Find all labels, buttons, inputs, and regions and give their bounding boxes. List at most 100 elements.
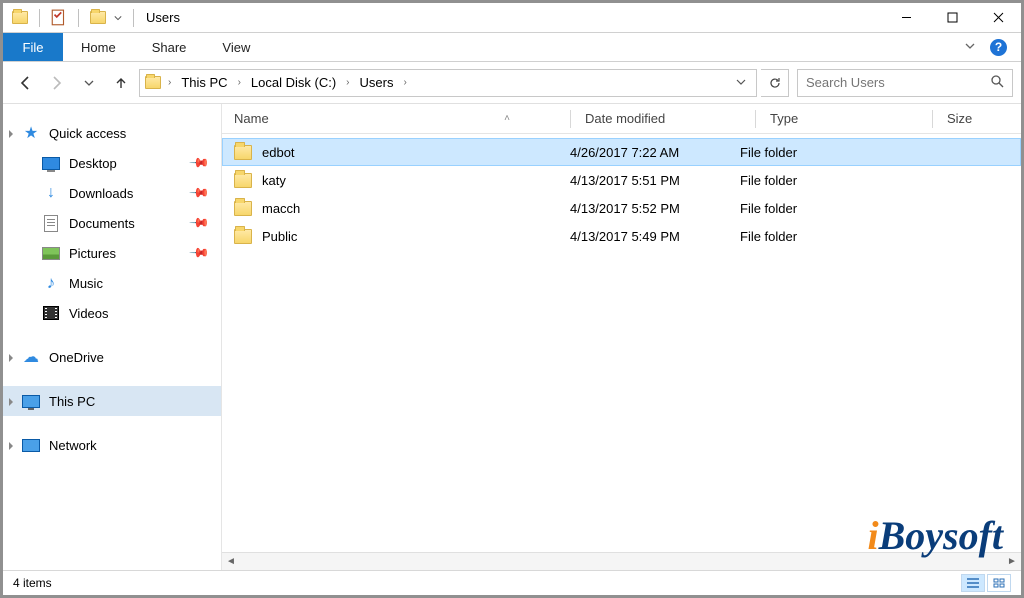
column-header-size[interactable]: Size [947, 111, 1021, 126]
chevron-right-icon[interactable]: › [346, 77, 349, 88]
sidebar-item-pictures[interactable]: Pictures 📌 [3, 238, 221, 268]
sidebar-item-downloads[interactable]: ↓ Downloads 📌 [3, 178, 221, 208]
breadcrumb[interactable]: Users [356, 70, 398, 96]
sidebar-item-label: Network [49, 438, 97, 453]
search-box[interactable] [797, 69, 1013, 97]
file-list-pane: Name ˄ Date modified Type Size edbot 4/2… [221, 104, 1021, 570]
qat-dropdown-icon[interactable] [113, 9, 123, 27]
pin-icon: 📌 [188, 152, 211, 175]
divider [39, 9, 40, 27]
new-folder-icon[interactable] [89, 9, 107, 27]
sort-indicator-icon: ˄ [504, 113, 510, 124]
file-row[interactable]: edbot 4/26/2017 7:22 AM File folder [222, 138, 1021, 166]
pin-icon: 📌 [188, 212, 211, 235]
chevron-right-icon[interactable]: › [168, 77, 171, 88]
divider [78, 9, 79, 27]
horizontal-scrollbar[interactable]: ◄ ► [222, 552, 1021, 570]
ribbon: File Home Share View ? [3, 33, 1021, 62]
ribbon-expand-icon[interactable] [964, 40, 976, 55]
file-date: 4/13/2017 5:52 PM [570, 201, 740, 216]
sidebar-item-label: Documents [69, 216, 135, 231]
search-input[interactable] [806, 75, 990, 90]
file-row[interactable]: Public 4/13/2017 5:49 PM File folder [222, 222, 1021, 250]
breadcrumb-label: Local Disk (C:) [251, 75, 336, 90]
file-type: File folder [740, 229, 902, 244]
sidebar-item-videos[interactable]: Videos [3, 298, 221, 328]
chevron-right-icon[interactable]: › [238, 77, 241, 88]
pc-icon [21, 391, 41, 411]
file-row[interactable]: macch 4/13/2017 5:52 PM File folder [222, 194, 1021, 222]
file-name: edbot [262, 145, 295, 160]
chevron-right-icon[interactable]: › [403, 77, 406, 88]
file-date: 4/13/2017 5:49 PM [570, 229, 740, 244]
sidebar-item-music[interactable]: ♪ Music [3, 268, 221, 298]
sidebar-item-documents[interactable]: Documents 📌 [3, 208, 221, 238]
file-row[interactable]: katy 4/13/2017 5:51 PM File folder [222, 166, 1021, 194]
breadcrumb[interactable]: This PC [177, 70, 231, 96]
column-header-type[interactable]: Type [770, 111, 932, 126]
column-label: Name [234, 111, 269, 126]
breadcrumb-label: This PC [181, 75, 227, 90]
sidebar-onedrive[interactable]: ☁ OneDrive [3, 342, 221, 372]
help-icon[interactable]: ? [990, 39, 1007, 56]
cloud-icon: ☁ [21, 347, 41, 367]
titlebar: Users [3, 3, 1021, 33]
column-label: Date modified [585, 111, 665, 126]
close-button[interactable] [975, 3, 1021, 33]
sidebar-item-label: This PC [49, 394, 95, 409]
search-icon[interactable] [990, 74, 1004, 91]
up-button[interactable] [107, 69, 135, 97]
back-button[interactable] [11, 69, 39, 97]
sidebar-item-label: Desktop [69, 156, 117, 171]
breadcrumb[interactable]: Local Disk (C:) [247, 70, 340, 96]
scroll-right-button[interactable]: ► [1003, 553, 1021, 571]
sidebar-this-pc[interactable]: This PC [3, 386, 221, 416]
details-view-button[interactable] [961, 574, 985, 592]
sidebar-item-label: Videos [69, 306, 109, 321]
documents-icon [41, 213, 61, 233]
file-tab[interactable]: File [3, 33, 63, 61]
pictures-icon [41, 243, 61, 263]
sidebar-item-desktop[interactable]: Desktop 📌 [3, 148, 221, 178]
file-name: katy [262, 173, 286, 188]
maximize-button[interactable] [929, 3, 975, 33]
forward-button[interactable] [43, 69, 71, 97]
file-name: macch [262, 201, 300, 216]
file-date: 4/26/2017 7:22 AM [570, 145, 740, 160]
view-mode-buttons [961, 574, 1011, 592]
caption-buttons [883, 3, 1021, 33]
sidebar-quick-access[interactable]: ★ Quick access [3, 118, 221, 148]
navbar: › This PC › Local Disk (C:) › Users › [3, 62, 1021, 104]
folder-icon [234, 229, 252, 244]
pin-icon: 📌 [188, 182, 211, 205]
column-header-date[interactable]: Date modified [585, 111, 755, 126]
sidebar-item-label: Downloads [69, 186, 133, 201]
star-icon: ★ [21, 123, 41, 143]
file-name: Public [262, 229, 297, 244]
file-type: File folder [740, 201, 902, 216]
sidebar-item-label: OneDrive [49, 350, 104, 365]
divider [133, 9, 134, 27]
minimize-button[interactable] [883, 3, 929, 33]
address-dropdown-icon[interactable] [736, 75, 746, 90]
tab-view[interactable]: View [204, 33, 268, 61]
recent-locations-button[interactable] [75, 69, 103, 97]
tab-share[interactable]: Share [134, 33, 205, 61]
folder-icon [234, 173, 252, 188]
address-bar[interactable]: › This PC › Local Disk (C:) › Users › [139, 69, 757, 97]
navigation-pane: ★ Quick access Desktop 📌 ↓ Downloads 📌 D… [3, 104, 221, 570]
window-title: Users [146, 10, 180, 25]
scroll-left-button[interactable]: ◄ [222, 553, 240, 571]
file-date: 4/13/2017 5:51 PM [570, 173, 740, 188]
properties-icon[interactable] [50, 9, 68, 27]
status-bar: 4 items [3, 570, 1021, 595]
tab-home[interactable]: Home [63, 33, 134, 61]
refresh-button[interactable] [761, 69, 789, 97]
large-icons-view-button[interactable] [987, 574, 1011, 592]
file-rows: edbot 4/26/2017 7:22 AM File folder katy… [222, 134, 1021, 552]
column-header-name[interactable]: Name ˄ [234, 111, 570, 126]
sidebar-network[interactable]: Network [3, 430, 221, 460]
desktop-icon [41, 153, 61, 173]
sidebar-item-label: Pictures [69, 246, 116, 261]
file-type: File folder [740, 145, 902, 160]
